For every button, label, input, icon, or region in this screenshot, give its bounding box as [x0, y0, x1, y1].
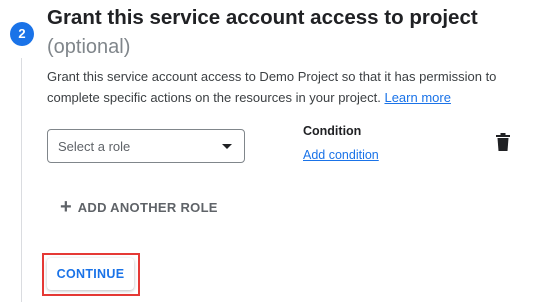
trash-icon[interactable]	[495, 133, 511, 151]
step-description: Grant this service account access to Dem…	[47, 66, 517, 108]
dropdown-caret-icon	[222, 144, 232, 149]
condition-label: Condition	[303, 124, 362, 138]
learn-more-link[interactable]: Learn more	[384, 90, 450, 105]
role-select-placeholder: Select a role	[58, 139, 131, 154]
continue-button[interactable]: CONTINUE	[47, 258, 134, 290]
step-connector-line	[21, 58, 22, 302]
add-another-role-button[interactable]: + ADD ANOTHER ROLE	[60, 197, 218, 217]
add-condition-link[interactable]: Add condition	[303, 148, 379, 162]
step-title: Grant this service account access to pro…	[47, 6, 478, 29]
step-subtitle: (optional)	[47, 36, 131, 58]
role-select[interactable]: Select a role	[47, 129, 245, 163]
add-another-role-label: ADD ANOTHER ROLE	[77, 199, 218, 215]
step-number-badge: 2	[10, 22, 34, 46]
plus-icon: +	[60, 196, 72, 218]
